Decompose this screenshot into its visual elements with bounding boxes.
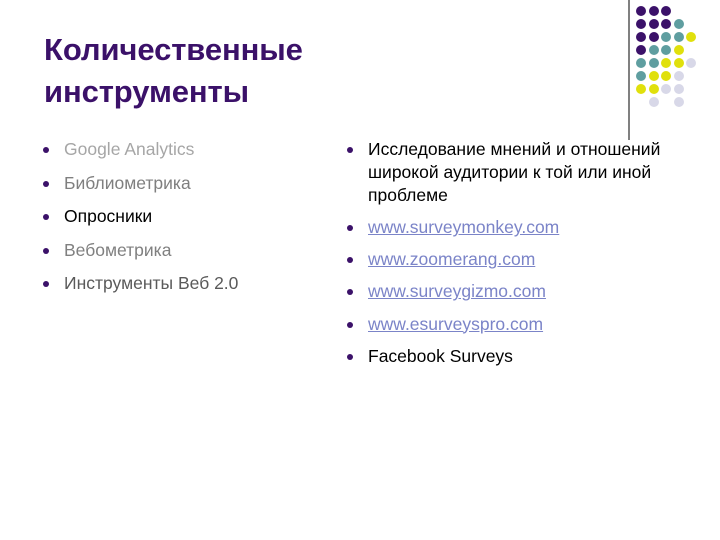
list-item: Google Analytics [34,138,334,161]
list-item-label: Google Analytics [64,139,195,159]
list-item: Вебометрика [34,239,334,262]
list-item: Инструменты Веб 2.0 [34,272,334,295]
link-zoomerang[interactable]: www.zoomerang.com [368,249,535,269]
decorative-dot-grid [636,6,720,118]
left-content-column: Google Analytics Библиометрика Опросники… [34,138,334,306]
list-item: Facebook Surveys [338,345,668,368]
decorative-dot [648,6,659,16]
decorative-dot [661,6,671,16]
right-content-column: Исследование мнений и отношений широкой … [338,138,668,377]
decorative-dot [636,19,646,29]
list-item: Библиометрика [34,172,334,195]
decorative-dot [661,58,671,68]
list-item: Опросники [34,205,334,228]
list-item[interactable]: www.surveymonkey.com [338,216,668,239]
decorative-dot [686,32,696,42]
page-title-line-1: Количественные [44,31,303,67]
decorative-dot [648,84,659,94]
decorative-dot [648,97,659,107]
decorative-dot [661,32,671,42]
decorative-dot [673,45,684,55]
vertical-divider [628,0,630,140]
page-title: Количественные инструменты [44,29,604,113]
decorative-dot [686,58,696,68]
decorative-dot [636,71,646,81]
decorative-dot [661,84,671,94]
list-item[interactable]: www.zoomerang.com [338,248,668,271]
decorative-dot [673,32,684,42]
list-item: Исследование мнений и отношений широкой … [338,138,668,207]
page-title-line-2: инструменты [44,73,250,109]
decorative-dot [648,19,659,29]
list-item-label: Опросники [64,206,153,227]
decorative-dot [661,45,671,55]
list-item-label: Исследование мнений и отношений широкой … [368,139,661,206]
slide-canvas: Количественные инструменты Google Analyt… [0,0,720,540]
list-item-label: Библиометрика [64,172,191,193]
decorative-dot [636,58,646,68]
list-item[interactable]: www.esurveyspro.com [338,313,668,336]
decorative-dot [648,71,659,81]
link-surveymonkey[interactable]: www.surveymonkey.com [368,217,559,237]
link-surveygizmo[interactable]: www.surveygizmo.com [368,281,546,301]
decorative-dot [673,84,684,94]
left-bullet-list: Google Analytics Библиометрика Опросники… [34,138,334,295]
decorative-dot [648,45,659,55]
decorative-dot [636,84,646,94]
list-item[interactable]: www.surveygizmo.com [338,280,668,303]
decorative-dot [636,6,646,16]
list-item-label: Инструменты Веб 2.0 [64,273,239,294]
decorative-dot [673,71,684,81]
decorative-dot [648,32,659,42]
decorative-dot [648,58,659,68]
decorative-dot [661,71,671,81]
decorative-dot [673,97,684,107]
decorative-dot [673,58,684,68]
decorative-dot [673,19,684,29]
decorative-dot [636,45,646,55]
list-item-label: Facebook Surveys [368,345,513,366]
link-esurveyspro[interactable]: www.esurveyspro.com [368,314,543,334]
right-bullet-list: Исследование мнений и отношений широкой … [338,138,668,368]
decorative-dot [636,32,646,42]
list-item-label: Вебометрика [64,239,172,260]
decorative-dot [661,19,671,29]
